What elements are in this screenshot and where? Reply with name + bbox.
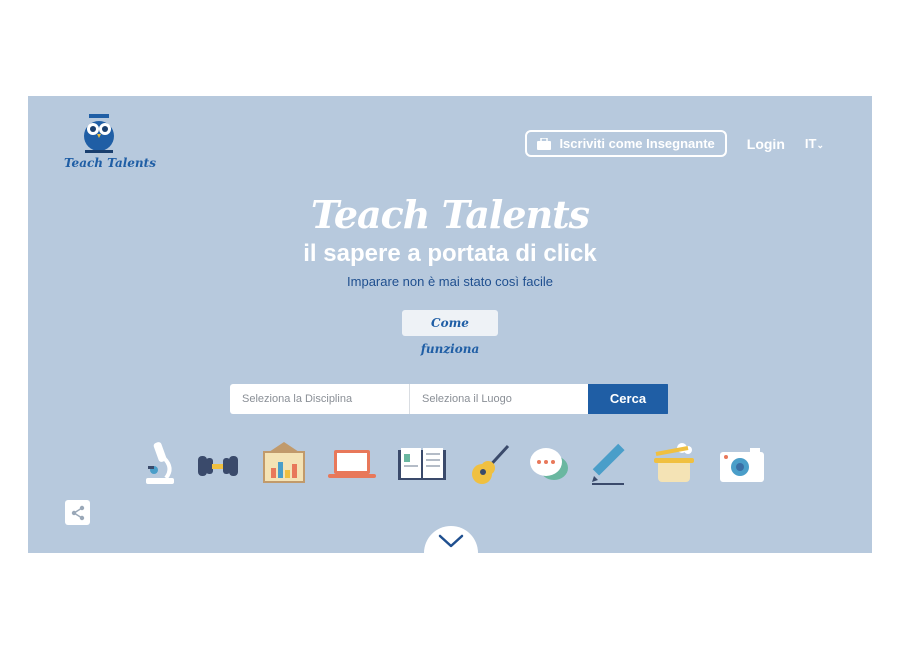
category-icons — [28, 440, 872, 490]
how-it-works-button[interactable]: Come funziona — [402, 310, 498, 356]
dumbbell-icon[interactable] — [192, 440, 244, 490]
search-button[interactable]: Cerca — [588, 384, 668, 414]
cooking-pot-icon[interactable] — [648, 440, 700, 490]
hero-subline: Imparare non è mai stato così facile — [347, 274, 553, 289]
brand-title: Teach Talents — [310, 192, 590, 237]
chart-board-icon[interactable] — [258, 440, 310, 490]
top-nav: Iscriviti come Insegnante Login IT⌄ — [525, 130, 824, 157]
site-logo[interactable]: Teach Talents — [64, 114, 156, 176]
book-icon[interactable] — [396, 440, 448, 490]
camera-icon[interactable] — [716, 440, 768, 490]
teacher-signup-label: Iscriviti come Insegnante — [559, 136, 715, 151]
guitar-icon[interactable] — [464, 440, 516, 490]
share-icon — [71, 505, 84, 520]
chevron-down-icon: ⌄ — [816, 140, 824, 150]
share-button[interactable] — [65, 500, 90, 525]
scroll-down-button[interactable] — [424, 526, 478, 580]
hero-section: Teach Talents Iscriviti come Insegnante … — [28, 96, 872, 580]
speech-bubbles-icon[interactable] — [524, 440, 576, 490]
language-label: IT — [804, 136, 817, 151]
discipline-select[interactable]: Seleziona la Disciplina — [230, 384, 409, 414]
teacher-signup-button[interactable]: Iscriviti come Insegnante — [525, 130, 727, 157]
search-bar: Seleziona la Disciplina Seleziona il Luo… — [230, 384, 670, 414]
microscope-icon[interactable] — [134, 440, 186, 490]
login-link[interactable]: Login — [747, 136, 785, 152]
briefcase-icon — [537, 137, 552, 150]
pencil-icon[interactable] — [584, 440, 636, 490]
location-select[interactable]: Seleziona il Luogo — [409, 384, 588, 414]
language-selector[interactable]: IT⌄ — [805, 136, 824, 151]
owl-logo-icon — [84, 114, 114, 153]
logo-text: Teach Talents — [64, 156, 156, 170]
laptop-icon[interactable] — [326, 440, 378, 490]
chevron-down-icon — [438, 534, 464, 548]
hero-headline: il sapere a portata di click — [303, 240, 597, 267]
